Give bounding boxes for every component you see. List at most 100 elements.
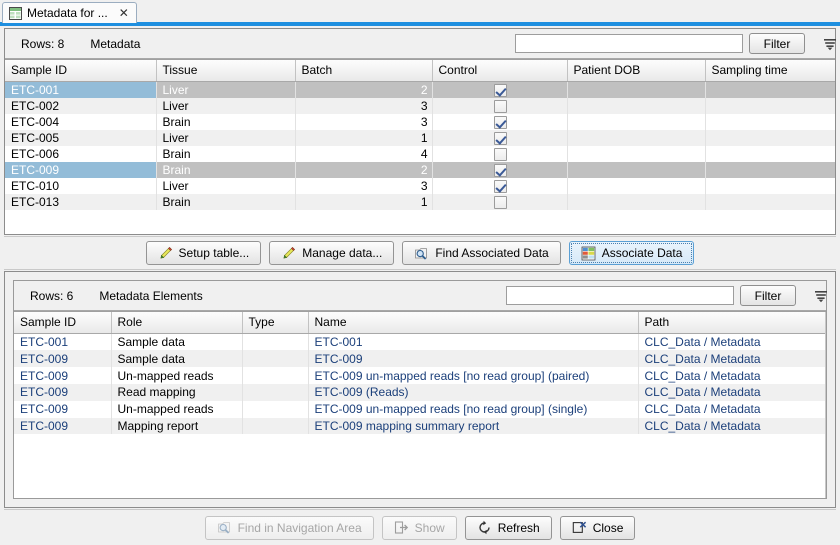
cell-patient-dob[interactable] — [567, 97, 706, 114]
metadata-filter-input[interactable] — [515, 34, 743, 53]
checkbox-unchecked[interactable] — [494, 195, 507, 209]
cell-sample-id[interactable]: ETC-001 — [5, 81, 157, 98]
cell-sampling-time[interactable] — [705, 145, 835, 162]
cell-sample-id[interactable]: ETC-002 — [5, 97, 157, 114]
cell-sample-id[interactable]: ETC-006 — [5, 145, 157, 162]
cell-control[interactable] — [432, 177, 568, 194]
cell-patient-dob[interactable] — [567, 177, 706, 194]
cell-sample-id[interactable]: ETC-009 — [14, 400, 112, 418]
cell-tissue[interactable]: Liver — [156, 129, 296, 146]
list-item[interactable]: ETC-009 Sample data ETC-009 CLC_Data / Meta… — [14, 350, 826, 368]
cell-sampling-time[interactable] — [705, 193, 835, 210]
checkbox-checked[interactable] — [494, 115, 507, 129]
cell-sampling-time[interactable] — [705, 97, 835, 114]
list-item[interactable]: ETC-001 Sample data ETC-001 CLC_Data / Meta… — [14, 333, 826, 351]
filter-settings-icon[interactable] — [805, 289, 827, 303]
table-row[interactable]: ETC-004 Brain 3 — [5, 113, 835, 130]
cell-type[interactable] — [242, 350, 309, 368]
cell-batch[interactable]: 3 — [295, 177, 433, 194]
cell-batch[interactable]: 2 — [295, 161, 433, 178]
elements-filter-input[interactable] — [506, 286, 734, 305]
find-associated-data-button[interactable]: Find Associated Data — [402, 241, 561, 265]
cell-type[interactable] — [242, 417, 309, 435]
column-header-path[interactable]: Path — [638, 312, 826, 334]
metadata-table-container[interactable]: Sample ID Tissue Batch Control Patient D… — [5, 59, 835, 234]
checkbox-unchecked[interactable] — [494, 147, 507, 161]
cell-control[interactable] — [432, 113, 568, 130]
cell-sample-id[interactable]: ETC-009 — [14, 417, 112, 435]
cell-role[interactable]: Un-mapped reads — [111, 400, 243, 418]
list-item[interactable]: ETC-009 Un-mapped reads ETC-009 un-mapped … — [14, 367, 826, 384]
column-header-tissue[interactable]: Tissue — [156, 60, 296, 82]
tab-metadata[interactable]: Metadata for ... ✕ — [2, 2, 137, 23]
table-row[interactable]: ETC-010 Liver 3 — [5, 177, 835, 194]
cell-control[interactable] — [432, 145, 568, 162]
cell-name[interactable]: ETC-009 un-mapped reads [no read group] … — [308, 367, 639, 384]
metadata-filter-button[interactable]: Filter — [749, 33, 805, 54]
filter-settings-icon[interactable] — [814, 37, 836, 51]
cell-path[interactable]: CLC_Data / Metadata — [638, 350, 826, 368]
cell-path[interactable]: CLC_Data / Metadata — [638, 383, 826, 401]
cell-role[interactable]: Un-mapped reads — [111, 367, 243, 384]
list-item[interactable]: ETC-009 Un-mapped reads ETC-009 un-mapped … — [14, 400, 826, 418]
cell-role[interactable]: Sample data — [111, 333, 243, 351]
checkbox-checked[interactable] — [494, 163, 507, 177]
column-header-control[interactable]: Control — [432, 60, 568, 82]
cell-path[interactable]: CLC_Data / Metadata — [638, 417, 826, 435]
cell-sample-id[interactable]: ETC-009 — [5, 161, 157, 178]
checkbox-unchecked[interactable] — [494, 99, 507, 113]
column-header-sample-id[interactable]: Sample ID — [5, 60, 157, 82]
column-header-sampling-time[interactable]: Sampling time — [705, 60, 835, 82]
cell-role[interactable]: Mapping report — [111, 417, 243, 435]
cell-sample-id[interactable]: ETC-009 — [14, 367, 112, 384]
cell-tissue[interactable]: Liver — [156, 177, 296, 194]
table-row[interactable]: ETC-006 Brain 4 — [5, 145, 835, 162]
cell-tissue[interactable]: Brain — [156, 145, 296, 162]
close-button[interactable]: Close — [559, 515, 636, 540]
cell-batch[interactable]: 1 — [295, 193, 433, 210]
associate-data-button[interactable]: Associate Data — [568, 241, 695, 265]
close-icon[interactable]: ✕ — [119, 7, 129, 19]
cell-patient-dob[interactable] — [567, 145, 706, 162]
cell-path[interactable]: CLC_Data / Metadata — [638, 400, 826, 418]
cell-sampling-time[interactable] — [705, 113, 835, 130]
table-row[interactable]: ETC-013 Brain 1 — [5, 193, 835, 210]
cell-sample-id[interactable]: ETC-013 — [5, 193, 157, 210]
cell-batch[interactable]: 1 — [295, 129, 433, 146]
column-header-role[interactable]: Role — [111, 312, 243, 334]
cell-sample-id[interactable]: ETC-004 — [5, 113, 157, 130]
cell-tissue[interactable]: Brain — [156, 113, 296, 130]
cell-sample-id[interactable]: ETC-009 — [14, 350, 112, 368]
checkbox-checked[interactable] — [494, 83, 507, 97]
cell-type[interactable] — [242, 333, 309, 351]
cell-batch[interactable]: 4 — [295, 145, 433, 162]
cell-batch[interactable]: 2 — [295, 81, 433, 98]
column-header-sample-id[interactable]: Sample ID — [14, 312, 112, 334]
cell-tissue[interactable]: Liver — [156, 81, 296, 98]
cell-type[interactable] — [242, 400, 309, 418]
cell-batch[interactable]: 3 — [295, 113, 433, 130]
cell-sample-id[interactable]: ETC-005 — [5, 129, 157, 146]
column-header-name[interactable]: Name — [308, 312, 639, 334]
cell-patient-dob[interactable] — [567, 193, 706, 210]
column-header-type[interactable]: Type — [242, 312, 309, 334]
checkbox-checked[interactable] — [494, 131, 507, 145]
cell-patient-dob[interactable] — [567, 81, 706, 98]
list-item[interactable]: ETC-009 Mapping report ETC-009 mapping sum… — [14, 417, 826, 435]
checkbox-checked[interactable] — [494, 179, 507, 193]
list-item[interactable]: ETC-009 Read mapping ETC-009 (Reads) CLC_Da… — [14, 383, 826, 401]
cell-sampling-time[interactable] — [705, 129, 835, 146]
cell-path[interactable]: CLC_Data / Metadata — [638, 333, 826, 351]
cell-batch[interactable]: 3 — [295, 97, 433, 114]
elements-filter-button[interactable]: Filter — [740, 285, 796, 306]
cell-role[interactable]: Read mapping — [111, 383, 243, 401]
cell-tissue[interactable]: Liver — [156, 97, 296, 114]
setup-table-button[interactable]: Setup table... — [145, 241, 262, 265]
cell-control[interactable] — [432, 81, 568, 98]
cell-tissue[interactable]: Brain — [156, 193, 296, 210]
cell-sampling-time[interactable] — [705, 81, 835, 98]
refresh-button[interactable]: Refresh — [464, 515, 552, 540]
cell-control[interactable] — [432, 193, 568, 210]
cell-patient-dob[interactable] — [567, 129, 706, 146]
cell-control[interactable] — [432, 97, 568, 114]
